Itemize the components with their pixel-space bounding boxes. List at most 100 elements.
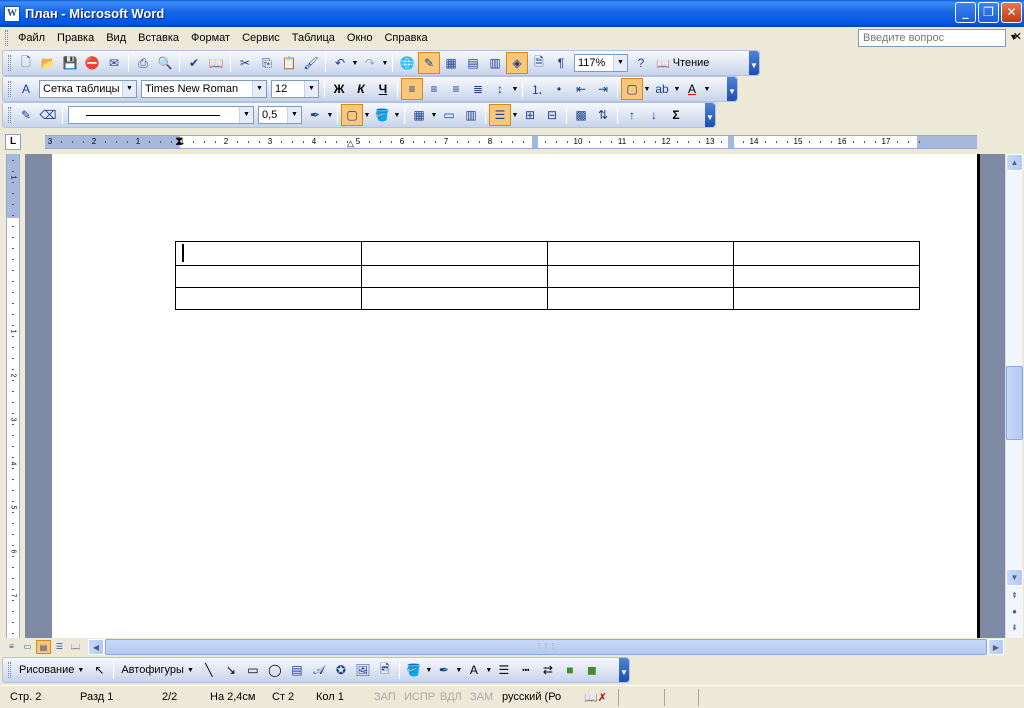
styles-formatting-icon[interactable]: A [15, 78, 37, 100]
right-indent-marker-icon[interactable]: △ [347, 138, 354, 149]
maximize-button[interactable]: ❐ [978, 2, 999, 23]
horizontal-scrollbar[interactable]: ◀ ⋮⋮⋮ ▶ [88, 639, 1004, 655]
chevron-down-icon[interactable]: ▼ [304, 81, 318, 97]
bold-icon[interactable]: Ж [328, 78, 350, 100]
borders-icon[interactable]: ▢ [621, 78, 643, 100]
chevron-down-icon[interactable]: ▼ [239, 107, 253, 123]
table-cell[interactable] [361, 241, 548, 266]
font-select[interactable]: Times New Roman ▼ [141, 80, 267, 98]
drawing-toggle-icon[interactable]: ◈ [506, 52, 528, 74]
table-cell[interactable] [175, 287, 362, 310]
distribute-columns-icon[interactable]: ⊟ [541, 104, 563, 126]
table-cell[interactable] [733, 265, 920, 288]
line-spacing-dropdown-icon[interactable]: ▼ [511, 86, 519, 93]
outside-border-dropdown-icon[interactable]: ▼ [363, 112, 371, 119]
menu-grip-icon[interactable] [5, 30, 8, 46]
font-color-dropdown-icon[interactable]: ▼ [485, 667, 493, 674]
borders-dropdown-icon[interactable]: ▼ [643, 86, 651, 93]
scroll-down-icon[interactable]: ▼ [1006, 569, 1023, 586]
paste-icon[interactable]: 📋 [278, 52, 300, 74]
table-cell[interactable] [733, 241, 920, 266]
distribute-rows-icon[interactable]: ⊞ [519, 104, 541, 126]
reading-layout-icon[interactable]: 📖 [68, 640, 83, 654]
email-icon[interactable]: ✉ [103, 52, 125, 74]
column-marker[interactable] [532, 136, 538, 148]
line-color-dropdown-icon[interactable]: ▼ [455, 667, 463, 674]
menu-tools[interactable]: Сервис [236, 28, 286, 48]
minimize-button[interactable]: _ [955, 2, 976, 23]
select-objects-icon[interactable]: ↖ [88, 659, 110, 681]
vertical-ruler[interactable]: 11234567 [6, 154, 20, 638]
scroll-thumb[interactable] [1006, 366, 1023, 440]
table-cell[interactable] [361, 265, 548, 288]
fill-color-icon[interactable]: 🪣 [403, 659, 425, 681]
show-hide-icon[interactable]: ¶ [550, 52, 572, 74]
draw-table-icon[interactable]: ✎ [15, 104, 37, 126]
status-language[interactable]: русский (Ро [498, 691, 574, 703]
normal-view-icon[interactable]: ≡ [4, 640, 19, 654]
scroll-left-icon[interactable]: ◀ [88, 639, 104, 655]
border-color-icon[interactable]: ✒ [304, 104, 326, 126]
italic-icon[interactable]: К [350, 78, 372, 100]
chevron-down-icon[interactable]: ▼ [122, 81, 136, 97]
menu-table[interactable]: Таблица [286, 28, 341, 48]
word-app-icon[interactable]: W [4, 5, 20, 22]
status-overtype[interactable]: ЗАМ [466, 691, 498, 703]
highlight-icon[interactable]: ab [651, 78, 673, 100]
text-box-icon[interactable]: ▤ [286, 659, 308, 681]
toolbar-options-icon[interactable]: ▼ [727, 77, 737, 101]
spelling-icon[interactable]: ✔ [183, 52, 205, 74]
scroll-right-icon[interactable]: ▶ [988, 639, 1004, 655]
menu-help[interactable]: Справка [378, 28, 433, 48]
autoshapes-button[interactable]: Автофигуры ▼ [117, 664, 198, 676]
menu-view[interactable]: Вид [100, 28, 132, 48]
horizontal-ruler[interactable]: 3211234567891011121314151617⧗△ [45, 134, 977, 149]
table-cell[interactable] [175, 241, 362, 266]
indent-marker-icon[interactable]: ⧗ [175, 134, 183, 149]
new-document-icon[interactable]: 🗋 [15, 52, 37, 74]
menu-window[interactable]: Окно [341, 28, 379, 48]
save-icon[interactable]: 💾 [59, 52, 81, 74]
web-layout-icon[interactable]: ▭ [20, 640, 35, 654]
insert-table-icon[interactable]: ▦ [408, 104, 430, 126]
scroll-thumb[interactable]: ⋮⋮⋮ [105, 639, 987, 655]
hyperlink-icon[interactable]: 🌐 [396, 52, 418, 74]
close-document-icon[interactable]: ✕ [1013, 30, 1022, 43]
table-cell[interactable] [733, 287, 920, 310]
document-area[interactable] [25, 154, 1005, 638]
undo-icon[interactable]: ↶ [329, 52, 351, 74]
table-autoformat-icon[interactable]: ▩ [570, 104, 592, 126]
justify-icon[interactable]: ≣ [467, 78, 489, 100]
chevron-down-icon[interactable]: ▼ [613, 55, 627, 71]
copy-icon[interactable]: ⎘ [256, 52, 278, 74]
outside-border-icon[interactable]: ▢ [341, 104, 363, 126]
format-painter-icon[interactable]: 🖌 [300, 52, 322, 74]
reading-button[interactable]: 📖 Чтение [652, 57, 713, 70]
fill-dropdown-icon[interactable]: ▼ [425, 667, 433, 674]
help-search-input[interactable]: Введите вопрос [858, 29, 1006, 47]
chevron-down-icon[interactable]: ▼ [287, 107, 301, 123]
menu-format[interactable]: Формат [185, 28, 236, 48]
numbering-icon[interactable]: ⒈ [526, 78, 548, 100]
drawing-menu-button[interactable]: Рисование ▼ [15, 664, 88, 676]
column-marker[interactable] [728, 136, 734, 148]
document-table[interactable] [175, 241, 920, 310]
picture-icon[interactable]: 🖻 [374, 659, 396, 681]
print-preview-icon[interactable]: 🔍 [154, 52, 176, 74]
shading-color-icon[interactable]: 🪣 [371, 104, 393, 126]
oval-icon[interactable]: ◯ [264, 659, 286, 681]
close-button[interactable]: ✕ [1001, 2, 1022, 23]
font-color-icon[interactable]: A [681, 78, 703, 100]
decrease-indent-icon[interactable]: ⇤ [570, 78, 592, 100]
clipart-icon[interactable]: 🖼 [352, 659, 374, 681]
shading-dropdown-icon[interactable]: ▼ [393, 112, 401, 119]
diagram-icon[interactable]: ✪ [330, 659, 352, 681]
underline-icon[interactable]: Ч [372, 78, 394, 100]
increase-indent-icon[interactable]: ⇥ [592, 78, 614, 100]
columns-icon[interactable]: ▥ [484, 52, 506, 74]
spelling-status-icon[interactable]: 📖✗ [574, 691, 614, 704]
shadow-style-icon[interactable]: ■ [559, 659, 581, 681]
table-cell[interactable] [547, 265, 734, 288]
status-extend[interactable]: ВДЛ [436, 691, 466, 703]
arrow-icon[interactable]: ↘ [220, 659, 242, 681]
